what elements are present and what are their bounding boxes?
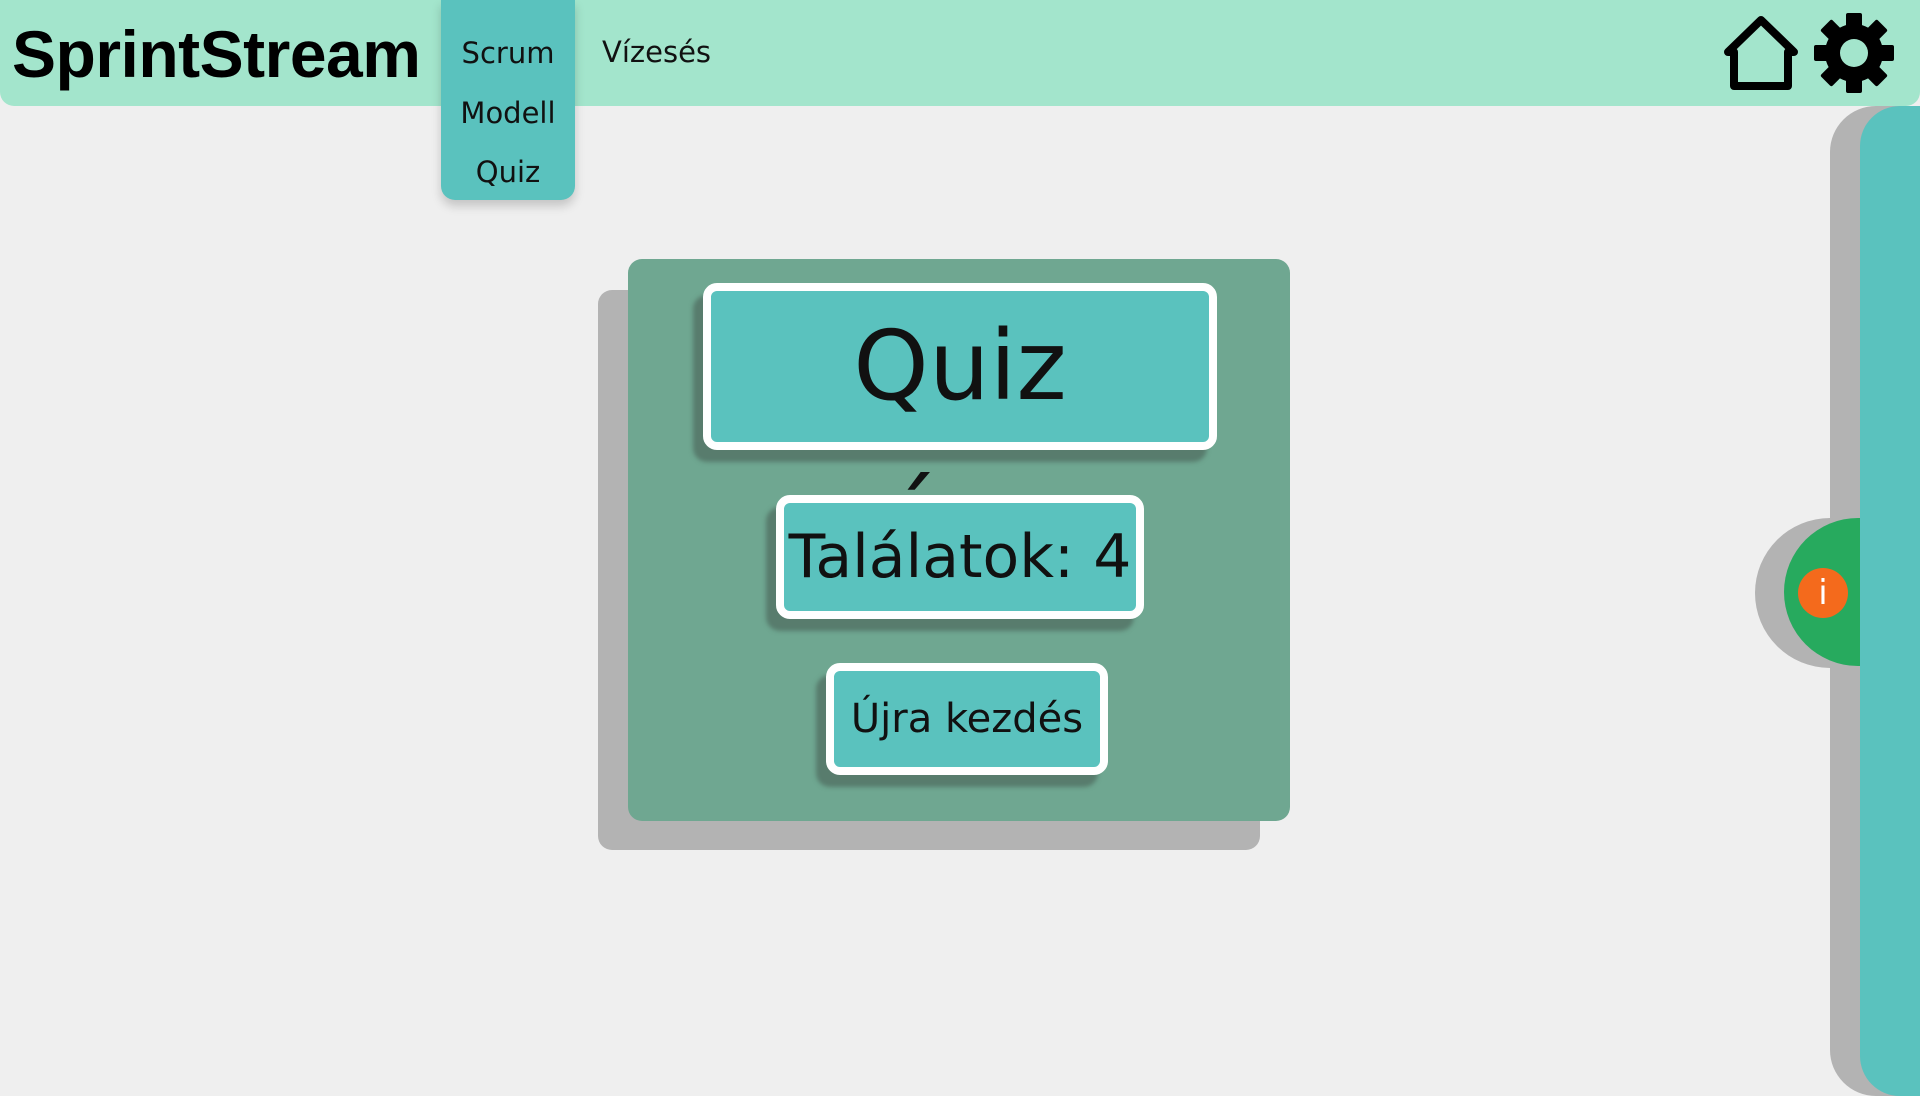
score-label: Találatok: 4 [776,495,1144,619]
restart-button[interactable]: Újra kezdés [826,663,1108,775]
gear-icon[interactable] [1813,12,1895,94]
top-bar: SprintStream Vízesés [0,0,1920,106]
quiz-end-title: Quiz vége. [703,283,1217,572]
scrum-dropdown-menu: Scrum Modell Quiz [441,0,575,200]
app-brand: SprintStream [12,17,421,91]
menu-item-quiz[interactable]: Quiz [441,155,575,189]
info-icon[interactable]: i [1798,568,1848,618]
nav-item-vizeses[interactable]: Vízesés [602,35,711,69]
home-icon[interactable] [1718,12,1804,92]
menu-item-modell[interactable]: Modell [441,96,575,130]
quiz-result-card: Quiz vége. Találatok: 4 Újra kezdés [628,259,1290,821]
side-panel [1860,106,1920,1096]
menu-item-scrum[interactable]: Scrum [441,36,575,70]
